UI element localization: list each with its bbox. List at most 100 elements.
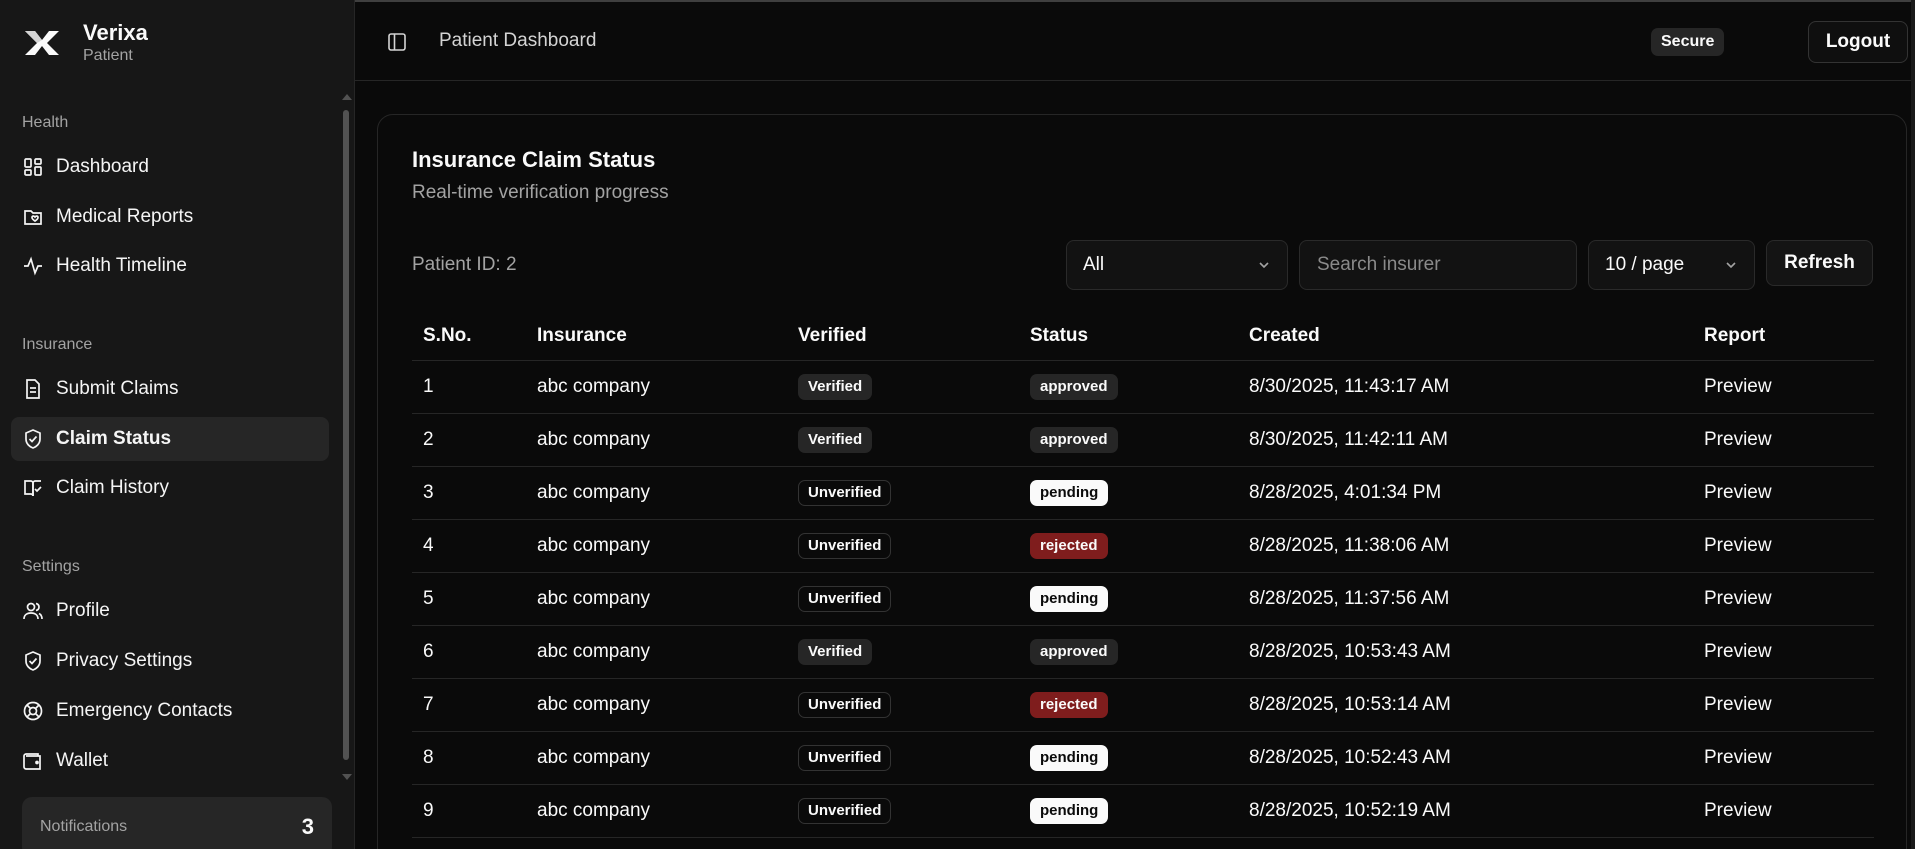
verified-badge: Unverified xyxy=(798,586,892,612)
table-header: S.No. Insurance Verified Status Created … xyxy=(412,311,1874,361)
cell-insurance: abc company xyxy=(537,535,651,556)
sidebar-item-claim-status[interactable]: Claim Status xyxy=(11,417,329,461)
verified-badge: Verified xyxy=(798,427,873,453)
cell-created: 8/28/2025, 10:53:14 AM xyxy=(1249,694,1451,715)
activity-icon xyxy=(22,255,44,277)
sidebar-item-label: Privacy Settings xyxy=(56,650,193,671)
table-row: 5 abc company Unverified pending 8/28/2025, … xyxy=(412,573,1874,626)
sidebar-item-label: Profile xyxy=(56,600,110,621)
scroll-up-arrow-icon[interactable] xyxy=(342,94,352,100)
cell-sno: 7 xyxy=(423,694,434,715)
sidebar-item-submit-claims[interactable]: Submit Claims xyxy=(11,367,329,411)
cell-verified: Unverified xyxy=(798,745,1030,771)
table-row: 8 abc company Unverified pending 8/28/2025, … xyxy=(412,732,1874,785)
card-title: Insurance Claim Status xyxy=(412,147,656,172)
preview-report-link[interactable]: Preview xyxy=(1704,588,1874,610)
section-label-insurance: Insurance xyxy=(22,336,93,353)
life-buoy-icon xyxy=(22,700,44,722)
cell-status: pending xyxy=(1030,586,1249,612)
table-row: 6 abc company Verified approved 8/28/2025, 1… xyxy=(412,626,1874,679)
table-row: 4 abc company Unverified rejected 8/28/2025,… xyxy=(412,520,1874,573)
chevron-down-icon xyxy=(1259,262,1269,269)
preview-report-link[interactable]: Preview xyxy=(1704,641,1874,663)
chevron-down-icon xyxy=(1726,262,1736,269)
sidebar-toggle-button[interactable] xyxy=(385,30,409,54)
table-body: 1 abc company Verified approved 8/30/2025, 1… xyxy=(412,361,1874,838)
preview-report-link[interactable]: Preview xyxy=(1704,747,1874,769)
sidebar: Verixa Patient Health Dashboard Medical … xyxy=(0,0,355,849)
cell-status: rejected xyxy=(1030,692,1249,718)
verified-badge: Unverified xyxy=(798,798,892,824)
cell-created: 8/28/2025, 11:38:06 AM xyxy=(1249,535,1450,556)
sidebar-item-emergency-contacts[interactable]: Emergency Contacts xyxy=(11,689,329,733)
status-badge: approved xyxy=(1030,427,1118,453)
preview-report-link[interactable]: Preview xyxy=(1704,376,1874,398)
shield-check-icon xyxy=(22,428,44,450)
cell-sno: 8 xyxy=(423,747,434,768)
panel-left-icon xyxy=(388,33,406,51)
preview-report-link[interactable]: Preview xyxy=(1704,535,1874,557)
cell-insurance: abc company xyxy=(537,588,651,609)
notifications-card[interactable]: Notifications 3 xyxy=(22,797,332,849)
scrollbar-thumb[interactable] xyxy=(343,110,349,760)
sidebar-item-claim-history[interactable]: Claim History xyxy=(11,466,329,510)
sidebar-item-health-timeline[interactable]: Health Timeline xyxy=(11,244,329,288)
page-size-select[interactable]: 10 / page xyxy=(1588,240,1755,290)
verified-badge: Unverified xyxy=(798,480,892,506)
claim-status-card: Insurance Claim Status Real-time verific… xyxy=(377,114,1907,849)
section-label-health: Health xyxy=(22,114,69,131)
status-filter-select[interactable]: All xyxy=(1066,240,1288,290)
brand-role: Patient xyxy=(83,47,133,64)
claims-table: S.No. Insurance Verified Status Created … xyxy=(412,311,1874,838)
preview-report-link[interactable]: Preview xyxy=(1704,429,1874,451)
status-filter-value: All xyxy=(1083,254,1105,275)
status-badge: pending xyxy=(1030,745,1109,771)
card-subtitle: Real-time verification progress xyxy=(412,182,669,203)
notifications-count: 3 xyxy=(301,814,314,839)
cell-insurance: abc company xyxy=(537,376,651,397)
verified-badge: Verified xyxy=(798,374,873,400)
dashboard-icon xyxy=(22,156,44,178)
cell-verified: Unverified xyxy=(798,798,1030,824)
sidebar-item-label: Dashboard xyxy=(56,156,149,177)
search-insurer-input[interactable] xyxy=(1299,240,1577,290)
status-badge: pending xyxy=(1030,480,1109,506)
cell-status: pending xyxy=(1030,480,1249,506)
sidebar-item-profile[interactable]: Profile xyxy=(11,589,329,633)
cell-verified: Verified xyxy=(798,427,1030,453)
sidebar-scrollbar[interactable] xyxy=(340,92,352,782)
cell-verified: Verified xyxy=(798,639,1030,665)
cell-insurance: abc company xyxy=(537,429,651,450)
sidebar-item-medical-reports[interactable]: Medical Reports xyxy=(11,195,329,239)
column-header: Report xyxy=(1704,324,1766,346)
column-header: Status xyxy=(1030,324,1089,346)
column-header: Insurance xyxy=(537,324,627,346)
cell-insurance: abc company xyxy=(537,482,651,503)
verified-badge: Verified xyxy=(798,639,873,665)
column-header: Created xyxy=(1249,324,1320,346)
cell-insurance: abc company xyxy=(537,641,651,662)
logout-button[interactable]: Logout xyxy=(1808,21,1908,63)
preview-report-link[interactable]: Preview xyxy=(1704,482,1874,504)
sidebar-item-label: Emergency Contacts xyxy=(56,700,233,721)
table-row: 9 abc company Unverified pending 8/28/2025, … xyxy=(412,785,1874,838)
sidebar-item-label: Claim Status xyxy=(56,428,172,449)
cell-sno: 1 xyxy=(423,376,434,397)
status-badge: pending xyxy=(1030,586,1109,612)
cell-verified: Unverified xyxy=(798,533,1030,559)
column-header: S.No. xyxy=(423,324,472,346)
sidebar-item-dashboard[interactable]: Dashboard xyxy=(11,145,329,189)
sidebar-item-privacy-settings[interactable]: Privacy Settings xyxy=(11,639,329,683)
table-row: 3 abc company Unverified pending 8/28/2025, … xyxy=(412,467,1874,520)
preview-report-link[interactable]: Preview xyxy=(1704,694,1874,716)
page-scrollbar[interactable] xyxy=(1911,0,1915,849)
preview-report-link[interactable]: Preview xyxy=(1704,800,1874,822)
sidebar-item-wallet[interactable]: Wallet xyxy=(11,739,329,783)
refresh-button[interactable]: Refresh xyxy=(1766,240,1873,286)
brand[interactable]: Verixa Patient xyxy=(22,20,148,66)
cell-sno: 6 xyxy=(423,641,434,662)
status-badge: pending xyxy=(1030,798,1109,824)
cell-insurance: abc company xyxy=(537,694,651,715)
scroll-down-arrow-icon[interactable] xyxy=(342,774,352,780)
verified-badge: Unverified xyxy=(798,692,892,718)
